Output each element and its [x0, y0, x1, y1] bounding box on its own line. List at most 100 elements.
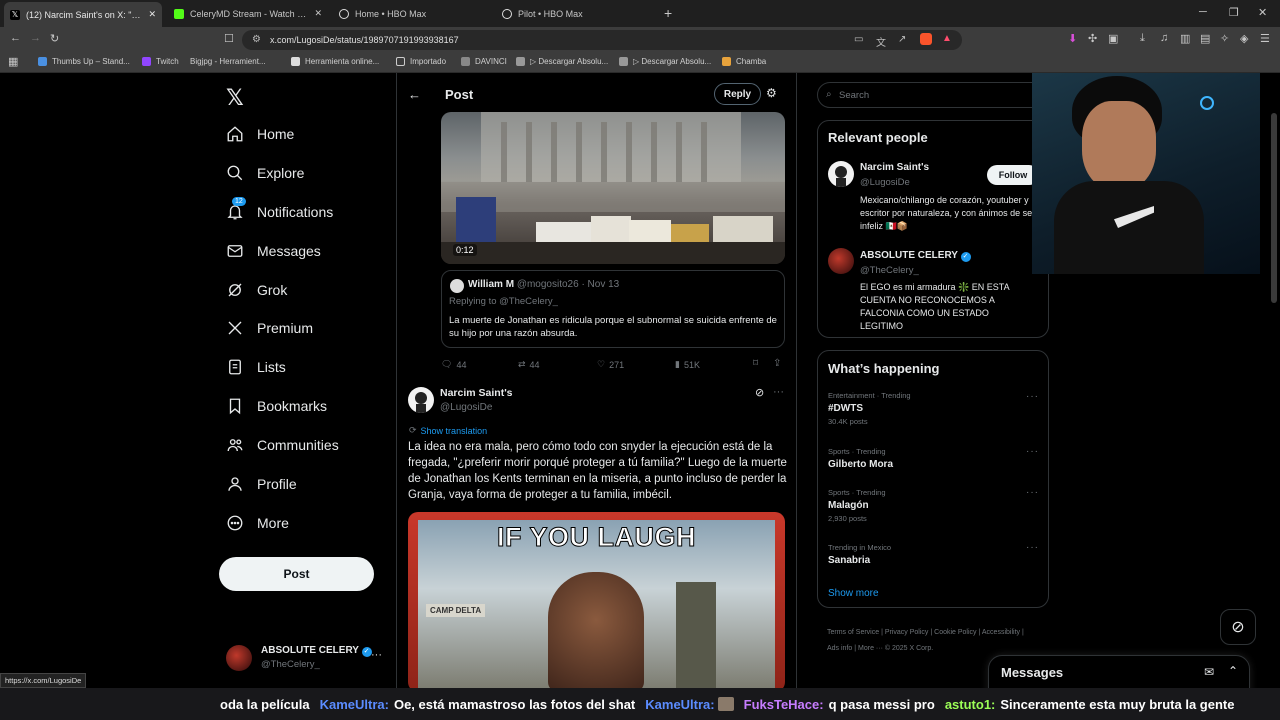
compose-message-icon[interactable]: ✉ [1204, 665, 1214, 679]
sidebar-item-bookmarks[interactable]: Bookmarks [226, 397, 327, 415]
trend-item[interactable]: Trending in Mexico Sanabria [828, 543, 1040, 566]
more-options-icon[interactable]: ··· [1026, 391, 1039, 402]
video-thumbnail[interactable]: 0:12 [441, 112, 785, 264]
apps-icon[interactable]: ▦ [8, 55, 18, 68]
filter-icon[interactable]: ⚙ [766, 86, 777, 100]
sidebar-item-more[interactable]: More [226, 514, 289, 532]
like-action[interactable]: ♡ 271 [597, 359, 624, 370]
bookmark-page-icon[interactable]: ☐ [224, 32, 234, 45]
back-arrow-icon[interactable]: ← [408, 87, 421, 102]
extensions-icon[interactable]: ✣ [1088, 32, 1097, 45]
browser-tab-kick[interactable]: CeleryMD Stream - Watch Live on Ki ✕ [168, 4, 328, 23]
vpn-icon[interactable]: ◈ [1240, 32, 1248, 45]
page-scrollbar[interactable] [1271, 113, 1277, 303]
grok-icon[interactable]: ⊘ [755, 386, 764, 399]
share-icon[interactable]: ↗ [898, 34, 906, 45]
person-name[interactable]: Narcim Saint's [860, 162, 929, 173]
bookmark-folder[interactable]: Importado [396, 57, 446, 66]
footer-link[interactable]: More ··· [858, 645, 883, 652]
avatar[interactable] [828, 248, 854, 274]
sidebar-toggle-icon[interactable]: ▥ [1180, 32, 1190, 45]
x-logo-icon[interactable]: 𝕏 [226, 85, 244, 111]
sidebar-item-notifications[interactable]: 12 Notifications [226, 197, 333, 221]
avatar[interactable] [408, 387, 434, 413]
brave-shield-icon[interactable] [920, 33, 932, 45]
trend-item[interactable]: Entertainment · Trending #DWTS 30.4K pos… [828, 391, 1040, 426]
sidebar-item-communities[interactable]: Communities [226, 436, 339, 454]
site-info-icon[interactable]: ⚙ [252, 34, 261, 45]
tweet-author-name[interactable]: Narcim Saint's [440, 387, 513, 399]
bookmark-item[interactable]: Herramienta online... [291, 57, 379, 66]
search-input[interactable]: Search [839, 90, 869, 101]
close-tab-icon[interactable]: ✕ [148, 9, 156, 20]
translate-icon[interactable]: 文 [876, 34, 886, 49]
expand-drawer-icon[interactable]: ⌃ [1228, 664, 1238, 678]
sidebar-item-premium[interactable]: Premium [226, 319, 313, 337]
more-options-icon[interactable]: ··· [1026, 446, 1039, 457]
minimize-icon[interactable]: ─ [1199, 6, 1207, 18]
more-options-icon[interactable]: ··· [1026, 542, 1039, 553]
back-icon[interactable]: ← [10, 32, 21, 44]
bookmark-item[interactable]: ▷ Descargar Absolu... [516, 57, 608, 66]
avatar[interactable] [828, 161, 854, 187]
url-field[interactable]: ⚙ x.com/LugosiDe/status/1989707191993938… [242, 30, 962, 50]
browser-tab-hbo-pilot[interactable]: Pilot • HBO Max [496, 4, 656, 23]
browser-tab-x[interactable]: 𝕏 (12) Narcim Saint's on X: "@The ✕ [4, 2, 162, 27]
sidebar-item-profile[interactable]: Profile [226, 475, 297, 493]
screenshot-icon[interactable]: ▣ [1108, 32, 1118, 45]
bookmark-icon[interactable]: ⌑ [753, 358, 758, 369]
bookmark-item[interactable]: DAVINCI [461, 57, 507, 66]
cast-icon[interactable]: ▭ [854, 34, 863, 45]
footer-link[interactable]: Accessibility [982, 629, 1020, 636]
sidebar-item-grok[interactable]: Grok [226, 281, 287, 299]
bookmark-item[interactable]: ▷ Descargar Absolu... [619, 57, 711, 66]
brave-rewards-icon[interactable]: ▲ [942, 33, 952, 44]
footer-link[interactable]: Ads info [827, 645, 852, 652]
post-button[interactable]: Post [219, 557, 374, 591]
wallet-icon[interactable]: ▤ [1200, 32, 1210, 45]
download-ext-icon[interactable]: ⬇ [1068, 32, 1077, 45]
bookmark-item[interactable]: Bigjpg - Herramient... [190, 57, 266, 66]
messages-drawer[interactable]: Messages ✉ ⌃ [988, 655, 1250, 688]
show-translation-link[interactable]: ⟳ Show translation [409, 425, 487, 436]
reload-icon[interactable]: ↻ [50, 32, 59, 45]
leo-icon[interactable]: ✧ [1220, 32, 1229, 45]
reply-action[interactable]: 🗨 44 [441, 359, 466, 370]
show-more-link[interactable]: Show more [828, 588, 879, 599]
downloads-icon[interactable]: ⤓ [1140, 32, 1145, 45]
search-box[interactable]: ⌕ Search [817, 82, 1049, 108]
media-icon[interactable]: ♫ [1160, 32, 1168, 44]
browser-tab-hbo-home[interactable]: Home • HBO Max [333, 4, 493, 23]
footer-link[interactable]: Cookie Policy [934, 629, 976, 636]
bookmark-item[interactable]: Thumbs Up – Stand... [38, 57, 130, 66]
footer-link[interactable]: Privacy Policy [885, 629, 929, 636]
trend-item[interactable]: Sports · Trending Malagón 2,930 posts [828, 488, 1040, 523]
person-name[interactable]: ABSOLUTE CELERY ✓ [860, 250, 971, 262]
sidebar-item-lists[interactable]: Lists [226, 358, 286, 376]
restore-icon[interactable]: ❐ [1229, 6, 1239, 19]
more-options-icon[interactable]: ··· [371, 649, 382, 661]
close-window-icon[interactable]: ✕ [1258, 6, 1267, 19]
more-options-icon[interactable]: ··· [1026, 487, 1039, 498]
quoted-post[interactable]: William M @mogosito26 · Nov 13 Replying … [441, 270, 785, 348]
bookmark-item[interactable]: Chamba [722, 57, 766, 66]
account-switcher[interactable]: ABSOLUTE CELERY ✓ @TheCelery_ ··· [226, 643, 386, 673]
reply-button[interactable]: Reply [714, 83, 761, 105]
forward-icon[interactable]: → [30, 32, 41, 44]
menu-icon[interactable]: ☰ [1260, 32, 1270, 45]
tweet-author-handle[interactable]: @LugosiDe [440, 402, 492, 413]
sidebar-item-home[interactable]: Home [226, 125, 294, 143]
sidebar-item-explore[interactable]: Explore [226, 164, 304, 182]
sidebar-item-messages[interactable]: Messages [226, 242, 321, 260]
bookmark-item[interactable]: Twitch [142, 57, 179, 66]
share-icon[interactable]: ⇪ [773, 358, 781, 369]
grok-floating-button[interactable]: ⊘ [1220, 609, 1256, 645]
close-tab-icon[interactable]: ✕ [314, 8, 322, 19]
tweet-image[interactable]: IF YOU LAUGH CAMP DELTA [408, 512, 785, 688]
more-options-icon[interactable]: ··· [773, 386, 784, 398]
repost-action[interactable]: ⇄ 44 [518, 359, 540, 370]
footer-link[interactable]: Terms of Service [827, 629, 879, 636]
views-action[interactable]: ▮ 51K [675, 359, 700, 370]
trend-item[interactable]: Sports · Trending Gilberto Mora [828, 447, 1040, 470]
new-tab-icon[interactable]: + [664, 5, 672, 21]
